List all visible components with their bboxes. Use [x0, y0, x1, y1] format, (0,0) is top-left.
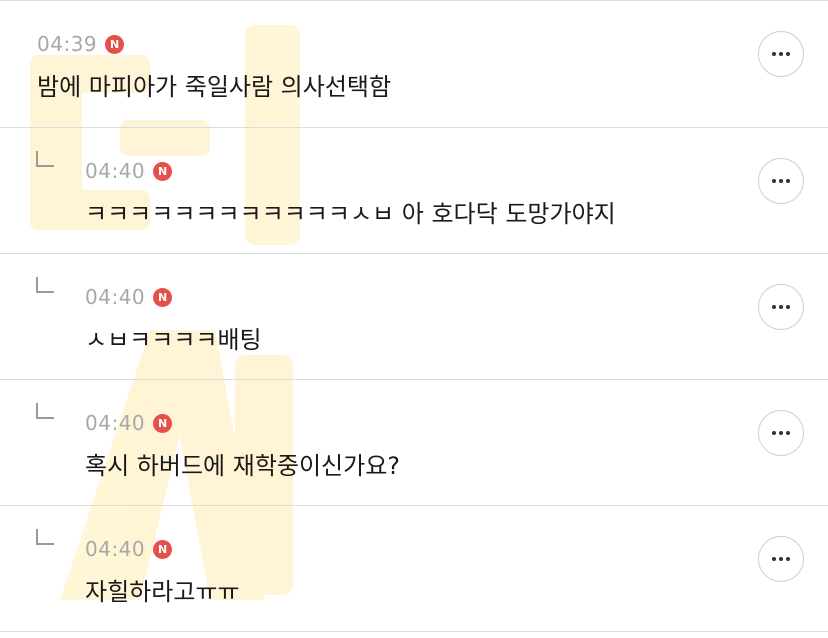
reply-item: 04:40 N ㅋㅋㅋㅋㅋㅋㅋㅋㅋㅋㅋㅋㅅㅂ 아 호다닥 도망가야지	[0, 128, 828, 254]
more-options-button[interactable]	[758, 536, 804, 582]
comment-time: 04:40	[85, 411, 146, 435]
reply-arrow-icon	[36, 151, 54, 167]
more-options-button[interactable]	[758, 158, 804, 204]
comment-time: 04:39	[37, 32, 98, 56]
more-options-button[interactable]	[758, 284, 804, 330]
comment-text: 자힐하라고ㅠㅠ	[85, 578, 240, 606]
reply-item: 04:40 N ㅅㅂㅋㅋㅋㅋ배팅	[0, 254, 828, 380]
comment-text: 밤에 마피아가 죽일사람 의사선택함	[37, 73, 392, 101]
comment-text: ㅋㅋㅋㅋㅋㅋㅋㅋㅋㅋㅋㅋㅅㅂ 아 호다닥 도망가야지	[85, 200, 616, 228]
new-badge: N	[105, 34, 125, 54]
reply-arrow-icon	[36, 529, 54, 545]
comment-meta: 04:40 N	[85, 285, 173, 309]
comment-meta: 04:40 N	[85, 537, 173, 561]
more-options-button[interactable]	[758, 410, 804, 456]
more-horizontal-icon	[772, 52, 790, 56]
comment-meta: 04:40 N	[85, 411, 173, 435]
more-horizontal-icon	[772, 179, 790, 183]
comment-text: ㅅㅂㅋㅋㅋㅋ배팅	[85, 326, 262, 354]
reply-item: 04:40 N 혹시 하버드에 재학중이신가요?	[0, 380, 828, 506]
comment-time: 04:40	[85, 285, 146, 309]
new-badge: N	[153, 287, 173, 307]
new-badge: N	[153, 539, 173, 559]
more-options-button[interactable]	[758, 31, 804, 77]
comment-meta: 04:40 N	[85, 159, 173, 183]
comment-time: 04:40	[85, 159, 146, 183]
more-horizontal-icon	[772, 305, 790, 309]
comment-meta: 04:39 N	[37, 32, 125, 56]
more-horizontal-icon	[772, 431, 790, 435]
reply-item: 04:40 N 자힐하라고ㅠㅠ	[0, 506, 828, 632]
new-badge: N	[153, 161, 173, 181]
reply-arrow-icon	[36, 403, 54, 419]
comment-list: 04:39 N 밤에 마피아가 죽일사람 의사선택함 04:40 N ㅋㅋㅋㅋㅋ…	[0, 0, 828, 632]
new-badge: N	[153, 413, 173, 433]
reply-arrow-icon	[36, 277, 54, 293]
comment-time: 04:40	[85, 537, 146, 561]
comment-text: 혹시 하버드에 재학중이신가요?	[85, 452, 401, 480]
more-horizontal-icon	[772, 557, 790, 561]
comment-item: 04:39 N 밤에 마피아가 죽일사람 의사선택함	[0, 0, 828, 128]
